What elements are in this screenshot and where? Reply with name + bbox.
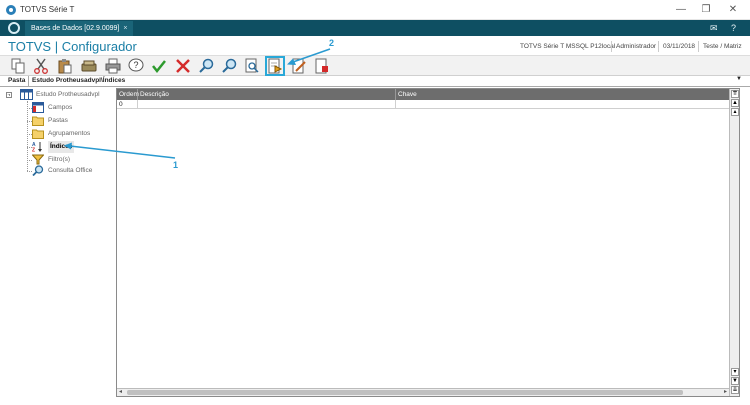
table-row[interactable]: 0 (117, 100, 729, 109)
window-titlebar: TOTVS Série T — ❐ ✕ (0, 0, 750, 20)
document-edit-icon[interactable] (291, 58, 307, 74)
chevron-down-icon[interactable]: ▼ (736, 76, 742, 82)
app-title: TOTVS | Configurador (8, 39, 137, 54)
search-document-icon[interactable] (244, 58, 260, 74)
search-next-icon[interactable] (221, 58, 237, 74)
cell-chave[interactable] (396, 100, 729, 109)
filter-icon (31, 154, 45, 165)
folder-icon (32, 128, 44, 139)
breadcrumb: Pasta Estudo Protheusadvpl\Índices ▼ (0, 76, 750, 87)
help-icon[interactable]: ? (731, 23, 736, 33)
callout-number-2: 2 (329, 38, 335, 48)
table-icon (32, 102, 44, 113)
window-title: TOTVS Série T (20, 5, 75, 14)
scroll-down-icon[interactable]: ▾ (731, 368, 739, 376)
tree-root-label: Estudo Protheusadvpl (36, 91, 100, 98)
scroll-bottom-icon[interactable]: ⇊ (731, 386, 739, 394)
tree-item-label: Consulta Office (48, 167, 93, 174)
environment-info: TOTVS Série T MSSQL P12local (520, 43, 616, 50)
scroll-page-down-icon[interactable]: ▼ (731, 377, 739, 385)
sort-az-icon: AZ (32, 141, 44, 154)
vertical-scrollbar[interactable]: ⇈ ▲ ▴ ▾ ▼ ⇊ (729, 89, 739, 396)
scroll-up-icon[interactable]: ▴ (731, 108, 739, 116)
tree-item-label: Índices (48, 141, 75, 153)
search-icon (32, 165, 44, 177)
cell-ordem[interactable]: 0 (117, 100, 138, 109)
cancel-icon[interactable] (175, 58, 191, 74)
cell-descricao[interactable] (138, 100, 396, 109)
tree-item-label: Campos (48, 104, 73, 111)
database-icon[interactable] (81, 58, 97, 74)
document-add-icon[interactable] (265, 56, 285, 76)
scroll-right-icon[interactable]: ▸ (724, 389, 727, 396)
breadcrumb-label: Pasta (8, 77, 26, 84)
tab-strip: Bases de Dados [02.9.0099] × ✉ ? (0, 20, 750, 36)
column-header-descricao[interactable]: Descrição (138, 89, 396, 100)
grid-header: Ordem Descrição Chave (117, 89, 729, 100)
scroll-page-up-icon[interactable]: ▲ (731, 99, 739, 107)
tab-close-icon[interactable]: × (123, 25, 127, 32)
app-header: TOTVS | Configurador TOTVS Série T MSSQL… (0, 36, 750, 56)
cut-icon[interactable] (33, 58, 49, 74)
close-window-button[interactable]: ✕ (722, 2, 744, 18)
column-header-ordem[interactable]: Ordem (117, 89, 139, 100)
horizontal-scrollbar[interactable]: ◂ ▸ (117, 388, 729, 396)
tree-panel: − Estudo Protheusadvpl Campos Pastas Agr… (6, 88, 114, 397)
tab-label: Bases de Dados [02.9.0099] (31, 25, 120, 32)
check-icon[interactable] (151, 58, 167, 74)
svg-text:?: ? (133, 60, 138, 70)
indices-grid[interactable]: Ordem Descrição Chave 0 ⇈ ▲ ▴ ▾ ▼ ⇊ ◂ ▸ (116, 88, 740, 397)
toolbar: ? (0, 56, 750, 76)
header-divider (658, 41, 659, 52)
paste-icon[interactable] (57, 58, 73, 74)
collapse-icon[interactable]: − (6, 92, 12, 98)
horizontal-scroll-thumb[interactable] (127, 390, 683, 395)
callout-number-1: 1 (173, 160, 179, 170)
home-icon[interactable] (8, 22, 20, 34)
maximize-button[interactable]: ❐ (695, 2, 717, 18)
tree-item-label: Agrupamentos (48, 130, 91, 137)
help-balloon-icon[interactable]: ? (128, 58, 144, 74)
header-divider (611, 41, 612, 52)
company-info: Teste / Matriz (703, 43, 742, 50)
scroll-top-icon[interactable]: ⇈ (731, 90, 739, 98)
mail-icon[interactable]: ✉ (710, 23, 718, 33)
tree-item-label: Pastas (48, 117, 68, 124)
folder-icon (32, 115, 44, 126)
scroll-left-icon[interactable]: ◂ (119, 389, 122, 396)
minimize-button[interactable]: — (670, 2, 692, 18)
search-icon[interactable] (198, 58, 214, 74)
breadcrumb-path: Estudo Protheusadvpl\Índices (28, 76, 738, 86)
document-delete-icon[interactable] (314, 58, 330, 74)
user-info: Administrador (616, 43, 657, 50)
printer-icon[interactable] (105, 58, 121, 74)
copy-icon[interactable] (10, 58, 26, 74)
header-divider (698, 41, 699, 52)
date-info: 03/11/2018 (663, 43, 696, 50)
totvs-app-icon (6, 5, 16, 15)
column-header-chave[interactable]: Chave (396, 89, 729, 100)
tab-bases-de-dados[interactable]: Bases de Dados [02.9.0099] × (25, 21, 134, 36)
svg-text:Z: Z (32, 148, 35, 153)
